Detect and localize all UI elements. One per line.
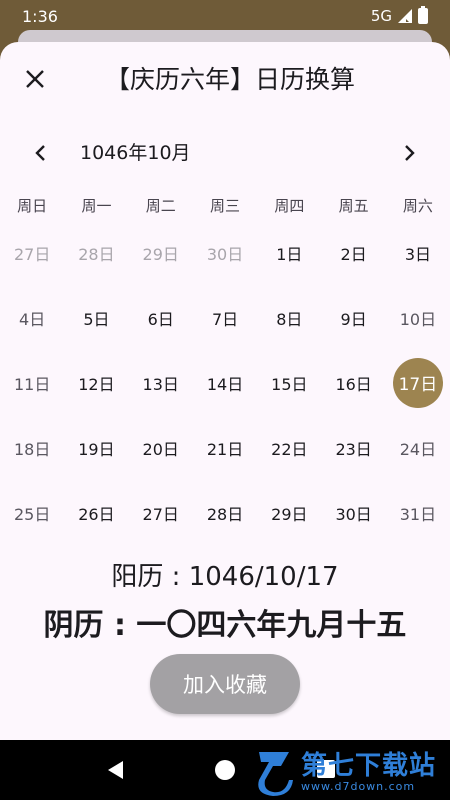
calendar-day[interactable]: 21日	[193, 415, 257, 480]
calendar-day[interactable]: 3日	[386, 220, 450, 285]
weekday-header: 周六	[402, 196, 433, 215]
calendar-day[interactable]: 19日	[64, 415, 128, 480]
calendar-day[interactable]: 30日	[321, 480, 385, 545]
calendar-day[interactable]: 22日	[257, 415, 321, 480]
chevron-right-icon	[405, 145, 415, 161]
calendar-dialog: 【庆历六年】日历换算 1046年10月 周日 周一 周二 周三 周四 周五 周六…	[0, 42, 450, 742]
calendar-day-outside[interactable]: 27日	[0, 220, 64, 285]
solar-date-text: 阳历 : 1046/10/17	[111, 562, 339, 592]
lunar-date-text: 阴历 : 一〇四六年九月十五	[43, 608, 407, 643]
calendar-day[interactable]: 27日	[129, 480, 193, 545]
calendar-day[interactable]: 10日	[386, 285, 450, 350]
calendar-day[interactable]: 9日	[321, 285, 385, 350]
calendar-day[interactable]: 6日	[129, 285, 193, 350]
watermark: 第七下载站 www.d7down.com	[255, 748, 447, 798]
weekday-header: 周五	[338, 196, 369, 215]
month-navigation: 1046年10月	[0, 136, 450, 170]
calendar-day[interactable]: 8日	[257, 285, 321, 350]
calendar-day[interactable]: 2日	[321, 220, 385, 285]
weekday-header: 周二	[145, 196, 176, 215]
weekday-header: 周四	[274, 196, 305, 215]
calendar-day[interactable]: 14日	[193, 350, 257, 415]
close-button[interactable]	[20, 64, 50, 94]
calendar-day[interactable]: 26日	[64, 480, 128, 545]
calendar-day-selected[interactable]: 17日	[386, 350, 450, 415]
calendar-day-outside[interactable]: 29日	[129, 220, 193, 285]
battery-icon	[418, 6, 428, 24]
calendar-day[interactable]: 12日	[64, 350, 128, 415]
watermark-name: 第七下载站	[301, 751, 437, 781]
status-time: 1:36	[22, 6, 58, 26]
watermark-url: www.d7down.com	[301, 780, 416, 793]
calendar-day[interactable]: 15日	[257, 350, 321, 415]
calendar-grid: 周日 周一 周二 周三 周四 周五 周六 27日 28日 29日 30日 1日 …	[0, 190, 450, 545]
calendar-day[interactable]: 5日	[64, 285, 128, 350]
weekday-header: 周一	[81, 196, 112, 215]
calendar-day-outside[interactable]: 28日	[64, 220, 128, 285]
close-icon	[26, 70, 44, 88]
calendar-day[interactable]: 23日	[321, 415, 385, 480]
calendar-day[interactable]: 18日	[0, 415, 64, 480]
network-label: 5G	[370, 7, 392, 25]
calendar-day[interactable]: 16日	[321, 350, 385, 415]
calendar-day[interactable]: 13日	[129, 350, 193, 415]
calendar-day[interactable]: 7日	[193, 285, 257, 350]
selected-day-label: 17日	[392, 357, 443, 408]
weekday-header: 周三	[210, 196, 241, 215]
calendar-day-outside[interactable]: 30日	[193, 220, 257, 285]
calendar-day[interactable]: 11日	[0, 350, 64, 415]
watermark-logo-icon	[258, 752, 293, 796]
add-favorite-button[interactable]: 加入收藏	[150, 654, 300, 714]
dialog-title: 【庆历六年】日历换算	[104, 65, 355, 94]
status-icons: 5G	[370, 6, 428, 25]
status-bar: 1:36 5G	[0, 0, 450, 32]
calendar-day[interactable]: 28日	[193, 480, 257, 545]
weekday-header: 周日	[17, 196, 48, 215]
calendar-day[interactable]: 29日	[257, 480, 321, 545]
signal-icon	[398, 9, 412, 23]
chevron-left-icon	[35, 145, 45, 161]
home-icon[interactable]	[215, 760, 235, 780]
previous-month-button[interactable]	[28, 140, 54, 166]
calendar-day[interactable]: 24日	[386, 415, 450, 480]
calendar-day[interactable]: 1日	[257, 220, 321, 285]
next-month-button[interactable]	[396, 140, 422, 166]
calendar-day[interactable]: 25日	[0, 480, 64, 545]
calendar-day[interactable]: 4日	[0, 285, 64, 350]
calendar-day[interactable]: 31日	[386, 480, 450, 545]
month-label: 1046年10月	[80, 142, 191, 164]
calendar-day[interactable]: 20日	[129, 415, 193, 480]
back-icon[interactable]	[106, 760, 126, 780]
